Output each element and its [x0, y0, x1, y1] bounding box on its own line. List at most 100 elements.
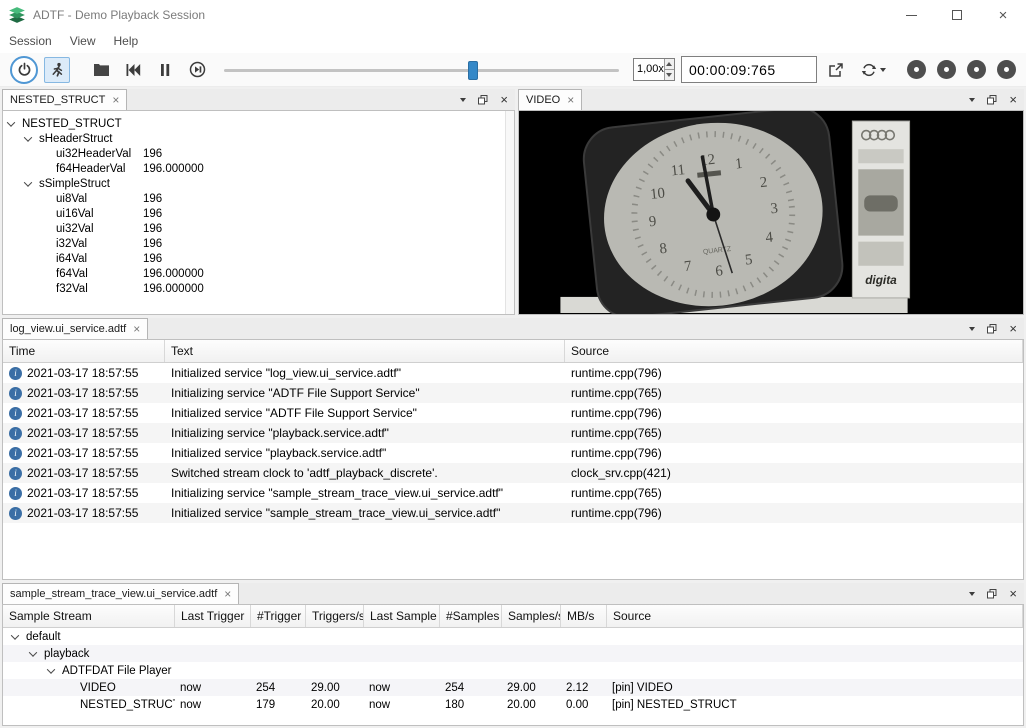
slider-handle[interactable]	[468, 61, 478, 80]
marker-button-1[interactable]	[907, 60, 926, 79]
expander-icon[interactable]	[24, 178, 32, 186]
tab-close-icon[interactable]: ×	[112, 94, 119, 106]
column-header-time[interactable]: Time	[3, 340, 165, 362]
open-file-button[interactable]	[88, 57, 114, 83]
speed-down-button[interactable]	[665, 69, 674, 80]
log-row[interactable]: i2021-03-17 18:57:55Initialized service …	[3, 403, 1023, 423]
log-row[interactable]: i2021-03-17 18:57:55Initialized service …	[3, 503, 1023, 523]
log-row[interactable]: i2021-03-17 18:57:55Initializing service…	[3, 383, 1023, 403]
expander-icon[interactable]	[29, 648, 37, 656]
tree-indent	[3, 704, 65, 705]
log-text-cell: Initializing service "sample_stream_trac…	[165, 486, 565, 500]
column-header-source[interactable]: Source	[607, 605, 1023, 627]
playback-time-display[interactable]: 00:00:09:765	[681, 56, 817, 83]
tree-row[interactable]: f32Val196.000000	[3, 281, 514, 296]
pause-button[interactable]	[152, 57, 178, 83]
expander-icon[interactable]	[11, 631, 19, 639]
tab-close-icon[interactable]: ×	[224, 588, 231, 600]
panel-close-button[interactable]: ×	[1009, 587, 1017, 600]
menu-view[interactable]: View	[61, 30, 105, 53]
tree-row[interactable]: sHeaderStruct	[3, 131, 514, 146]
log-row[interactable]: i2021-03-17 18:57:55Initialized service …	[3, 363, 1023, 383]
tree-row[interactable]: ui8Val196	[3, 191, 514, 206]
column-header-last-sample[interactable]: Last Sample	[364, 605, 440, 627]
tree-row[interactable]: i32Val196	[3, 236, 514, 251]
minimize-button[interactable]	[888, 0, 934, 30]
maximize-button[interactable]	[934, 0, 980, 30]
vertical-scrollbar[interactable]	[505, 111, 514, 314]
panel-menu-button[interactable]	[969, 592, 975, 596]
menu-help[interactable]: Help	[105, 30, 148, 53]
speed-up-button[interactable]	[665, 59, 674, 69]
tree-row[interactable]: ui32HeaderVal196	[3, 146, 514, 161]
column-header-num-samples[interactable]: #Samples	[440, 605, 502, 627]
panel-menu-button[interactable]	[969, 98, 975, 102]
stream-label: NESTED_STRUCT	[80, 699, 175, 711]
speed-spinbox[interactable]: 1,00x	[633, 58, 675, 81]
tree-row[interactable]: ui32Val196	[3, 221, 514, 236]
tab-nested-struct[interactable]: NESTED_STRUCT ×	[2, 89, 127, 110]
skip-to-start-button[interactable]	[120, 57, 146, 83]
close-button[interactable]: ×	[980, 0, 1026, 30]
panel-float-button[interactable]	[987, 589, 997, 599]
tree-row[interactable]: f64Val196.000000	[3, 266, 514, 281]
column-header-text[interactable]: Text	[165, 340, 565, 362]
tree-row[interactable]: f64HeaderVal196.000000	[3, 161, 514, 176]
log-row[interactable]: i2021-03-17 18:57:55Initializing service…	[3, 423, 1023, 443]
tree-row[interactable]: sSimpleStruct	[3, 176, 514, 191]
tab-log-view[interactable]: log_view.ui_service.adtf ×	[2, 318, 148, 339]
stream-label: playback	[44, 648, 89, 660]
trace-value-cell: 254	[251, 682, 306, 694]
run-button[interactable]	[44, 57, 70, 83]
trace-row[interactable]: default	[3, 628, 1023, 645]
column-header-source[interactable]: Source	[565, 340, 1023, 362]
tree-row[interactable]: i64Val196	[3, 251, 514, 266]
trace-row[interactable]: playback	[3, 645, 1023, 662]
tab-video[interactable]: VIDEO ×	[518, 89, 582, 110]
panel-float-button[interactable]	[478, 95, 488, 105]
loop-mode-button[interactable]	[855, 57, 891, 83]
log-text-cell: Initializing service "ADTF File Support …	[165, 386, 565, 400]
trace-row[interactable]: NESTED_STRUCTnow17920.00now18020.000.00[…	[3, 696, 1023, 713]
video-frame: 1212 345 678 91011 QUARTZ	[518, 110, 1024, 315]
nested-struct-tree: NESTED_STRUCTsHeaderStructui32HeaderVal1…	[3, 111, 514, 296]
tree-row[interactable]: NESTED_STRUCT	[3, 116, 514, 131]
power-button[interactable]	[10, 56, 38, 84]
log-row[interactable]: i2021-03-17 18:57:55Switched stream cloc…	[3, 463, 1023, 483]
log-text-cell: Switched stream clock to 'adtf_playback_…	[165, 466, 565, 480]
log-row[interactable]: i2021-03-17 18:57:55Initialized service …	[3, 443, 1023, 463]
log-row[interactable]: i2021-03-17 18:57:55Initializing service…	[3, 483, 1023, 503]
column-header-last-trigger[interactable]: Last Trigger	[175, 605, 251, 627]
panel-menu-button[interactable]	[460, 98, 466, 102]
expander-icon[interactable]	[24, 133, 32, 141]
expander-icon[interactable]	[7, 118, 15, 126]
marker-button-2[interactable]	[937, 60, 956, 79]
step-forward-button[interactable]	[184, 57, 210, 83]
trace-row[interactable]: ADTFDAT File Player	[3, 662, 1023, 679]
panel-close-button[interactable]: ×	[1009, 322, 1017, 335]
menu-session[interactable]: Session	[0, 30, 61, 53]
panel-close-button[interactable]: ×	[1009, 93, 1017, 106]
tab-stream-trace[interactable]: sample_stream_trace_view.ui_service.adtf…	[2, 583, 239, 604]
column-header-sample-stream[interactable]: Sample Stream	[3, 605, 175, 627]
expander-icon[interactable]	[47, 665, 55, 673]
column-header-samples-per-s[interactable]: Samples/s	[502, 605, 561, 627]
panel-menu-button[interactable]	[969, 327, 975, 331]
detach-window-button[interactable]	[823, 57, 849, 83]
tree-item-value: 196	[143, 223, 162, 235]
tab-close-icon[interactable]: ×	[133, 323, 140, 335]
tab-close-icon[interactable]: ×	[567, 94, 574, 106]
column-header-mb-per-s[interactable]: MB/s	[561, 605, 607, 627]
trace-row[interactable]: VIDEOnow25429.00now25429.002.12[pin] VID…	[3, 679, 1023, 696]
log-time-cell: i2021-03-17 18:57:55	[3, 406, 165, 420]
panel-float-button[interactable]	[987, 95, 997, 105]
column-header-num-trigger[interactable]: #Trigger	[251, 605, 306, 627]
tree-row[interactable]: ui16Val196	[3, 206, 514, 221]
panel-float-button[interactable]	[987, 324, 997, 334]
marker-button-3[interactable]	[967, 60, 986, 79]
log-text-cell: Initialized service "ADTF File Support S…	[165, 406, 565, 420]
column-header-triggers-per-s[interactable]: Triggers/s	[306, 605, 364, 627]
marker-button-4[interactable]	[997, 60, 1016, 79]
playback-slider[interactable]	[224, 57, 619, 83]
panel-close-button[interactable]: ×	[500, 93, 508, 106]
